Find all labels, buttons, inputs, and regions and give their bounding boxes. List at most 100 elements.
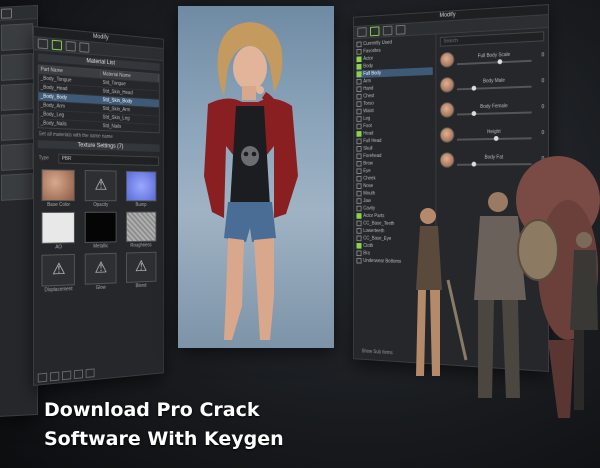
refresh-icon[interactable] [73,368,83,379]
type-row: Type PBR [34,151,163,168]
tree-item-label: Cheek [363,175,376,182]
warning-icon[interactable] [41,253,76,287]
tree-item-label: Jaw [363,198,371,204]
thumbnail-slot[interactable] [1,23,33,51]
search-input[interactable]: Search [439,31,545,47]
avatar [439,51,455,68]
texture-slot[interactable]: Roughness [123,211,159,249]
texture-swatch[interactable] [84,211,117,243]
3d-viewport[interactable] [178,6,334,348]
settings-icon[interactable] [85,367,95,378]
morph-icon[interactable] [370,26,380,37]
warning-icon[interactable] [125,251,157,283]
slider-column: Full Body Scale [457,50,532,65]
left-panel-toolbar [0,5,37,22]
texture-slot[interactable]: Bump [123,170,159,208]
slider-value[interactable]: 0 [535,130,544,136]
checkbox[interactable] [356,101,362,107]
thumbnail-slot[interactable] [1,113,33,141]
material-table: Part Name Material Name _Body_Tongue Std_… [37,64,160,134]
texture-slot[interactable]: Opacity [82,170,120,208]
checkbox[interactable] [356,220,362,227]
checkbox[interactable] [356,175,362,182]
checker-icon[interactable] [395,24,406,35]
warning-icon[interactable] [84,170,117,202]
slider-track[interactable] [457,110,532,116]
checkbox[interactable] [356,56,362,63]
checkbox[interactable] [356,198,362,204]
texture-label: Roughness [130,242,152,249]
checkbox[interactable] [356,242,362,249]
texture-slot[interactable]: Displacement [39,253,78,294]
save-icon[interactable] [49,371,60,381]
checkbox[interactable] [356,63,362,70]
texture-slot[interactable]: AO [39,211,78,251]
thumbnail-slot[interactable] [1,143,33,171]
texture-slot[interactable]: Glow [82,252,120,292]
slider-value[interactable]: 0 [535,52,544,58]
table-cell: Std_Nails [102,123,122,130]
warning-icon[interactable] [84,252,117,285]
texture-slot[interactable]: Metallic [82,211,120,250]
slider-handle[interactable] [471,85,477,91]
slider-track[interactable] [457,58,532,65]
checkbox[interactable] [356,235,362,242]
checkbox[interactable] [356,78,362,85]
checkbox[interactable] [356,48,362,55]
checkbox[interactable] [356,168,362,175]
checkbox[interactable] [356,116,362,122]
material-icon[interactable] [51,39,63,51]
checkbox[interactable] [356,71,362,78]
texture-swatch[interactable] [125,211,157,243]
checkbox[interactable] [356,250,362,257]
checkbox[interactable] [356,131,362,137]
checkbox[interactable] [356,213,362,219]
caption-line-2: Software With Keygen [44,428,284,450]
texture-swatch[interactable] [41,169,76,202]
load-icon[interactable] [37,372,48,383]
checkbox[interactable] [356,138,362,145]
checkbox[interactable] [356,190,362,197]
checkbox[interactable] [356,183,362,189]
motion-icon[interactable] [65,40,76,52]
checkbox[interactable] [356,257,362,264]
thumbnail-slot[interactable] [1,83,33,111]
slider-handle[interactable] [497,58,503,64]
toolbar-icon[interactable] [1,8,12,19]
motion-icon[interactable] [382,25,393,36]
texture-swatch[interactable] [125,170,157,202]
checkbox[interactable] [356,160,362,167]
thumbnail-slot[interactable] [1,53,33,81]
checkbox[interactable] [356,205,362,212]
checkbox[interactable] [356,153,362,160]
slider-handle[interactable] [471,110,477,116]
texture-label: AO [55,244,62,251]
checkbox[interactable] [356,228,362,234]
promo-caption: Download Pro Crack Software With Keygen [44,396,284,454]
tree-item-label: Mouth [363,190,376,197]
slider-track[interactable] [457,85,532,91]
checkbox[interactable] [356,108,362,115]
slider-value[interactable]: 0 [535,104,544,110]
checkbox[interactable] [356,93,362,100]
checkbox[interactable] [356,41,362,48]
slider-label: Body Female [480,102,508,110]
sliders-icon[interactable] [37,38,49,50]
thumbnail-slot[interactable] [1,173,33,201]
type-dropdown[interactable]: PBR [58,153,159,166]
texture-slot[interactable]: Blend [123,251,159,290]
slider-value[interactable]: 0 [535,78,544,84]
checkbox[interactable] [356,123,362,130]
texture-label: Base Color [47,202,70,208]
link-icon[interactable] [62,370,72,380]
tree-item-label: Underwear Bottoms [363,258,402,265]
slider-column: Body Female [457,102,532,116]
texture-slot[interactable]: Base Color [39,169,78,208]
texture-swatch[interactable] [41,211,76,244]
checkbox[interactable] [356,146,362,152]
sliders-icon[interactable] [357,27,367,38]
checkbox[interactable] [356,86,362,93]
tree-item-label: Eye [363,168,371,174]
morph-slider-row: Body Female 0 [439,99,544,118]
checker-icon[interactable] [79,42,90,53]
